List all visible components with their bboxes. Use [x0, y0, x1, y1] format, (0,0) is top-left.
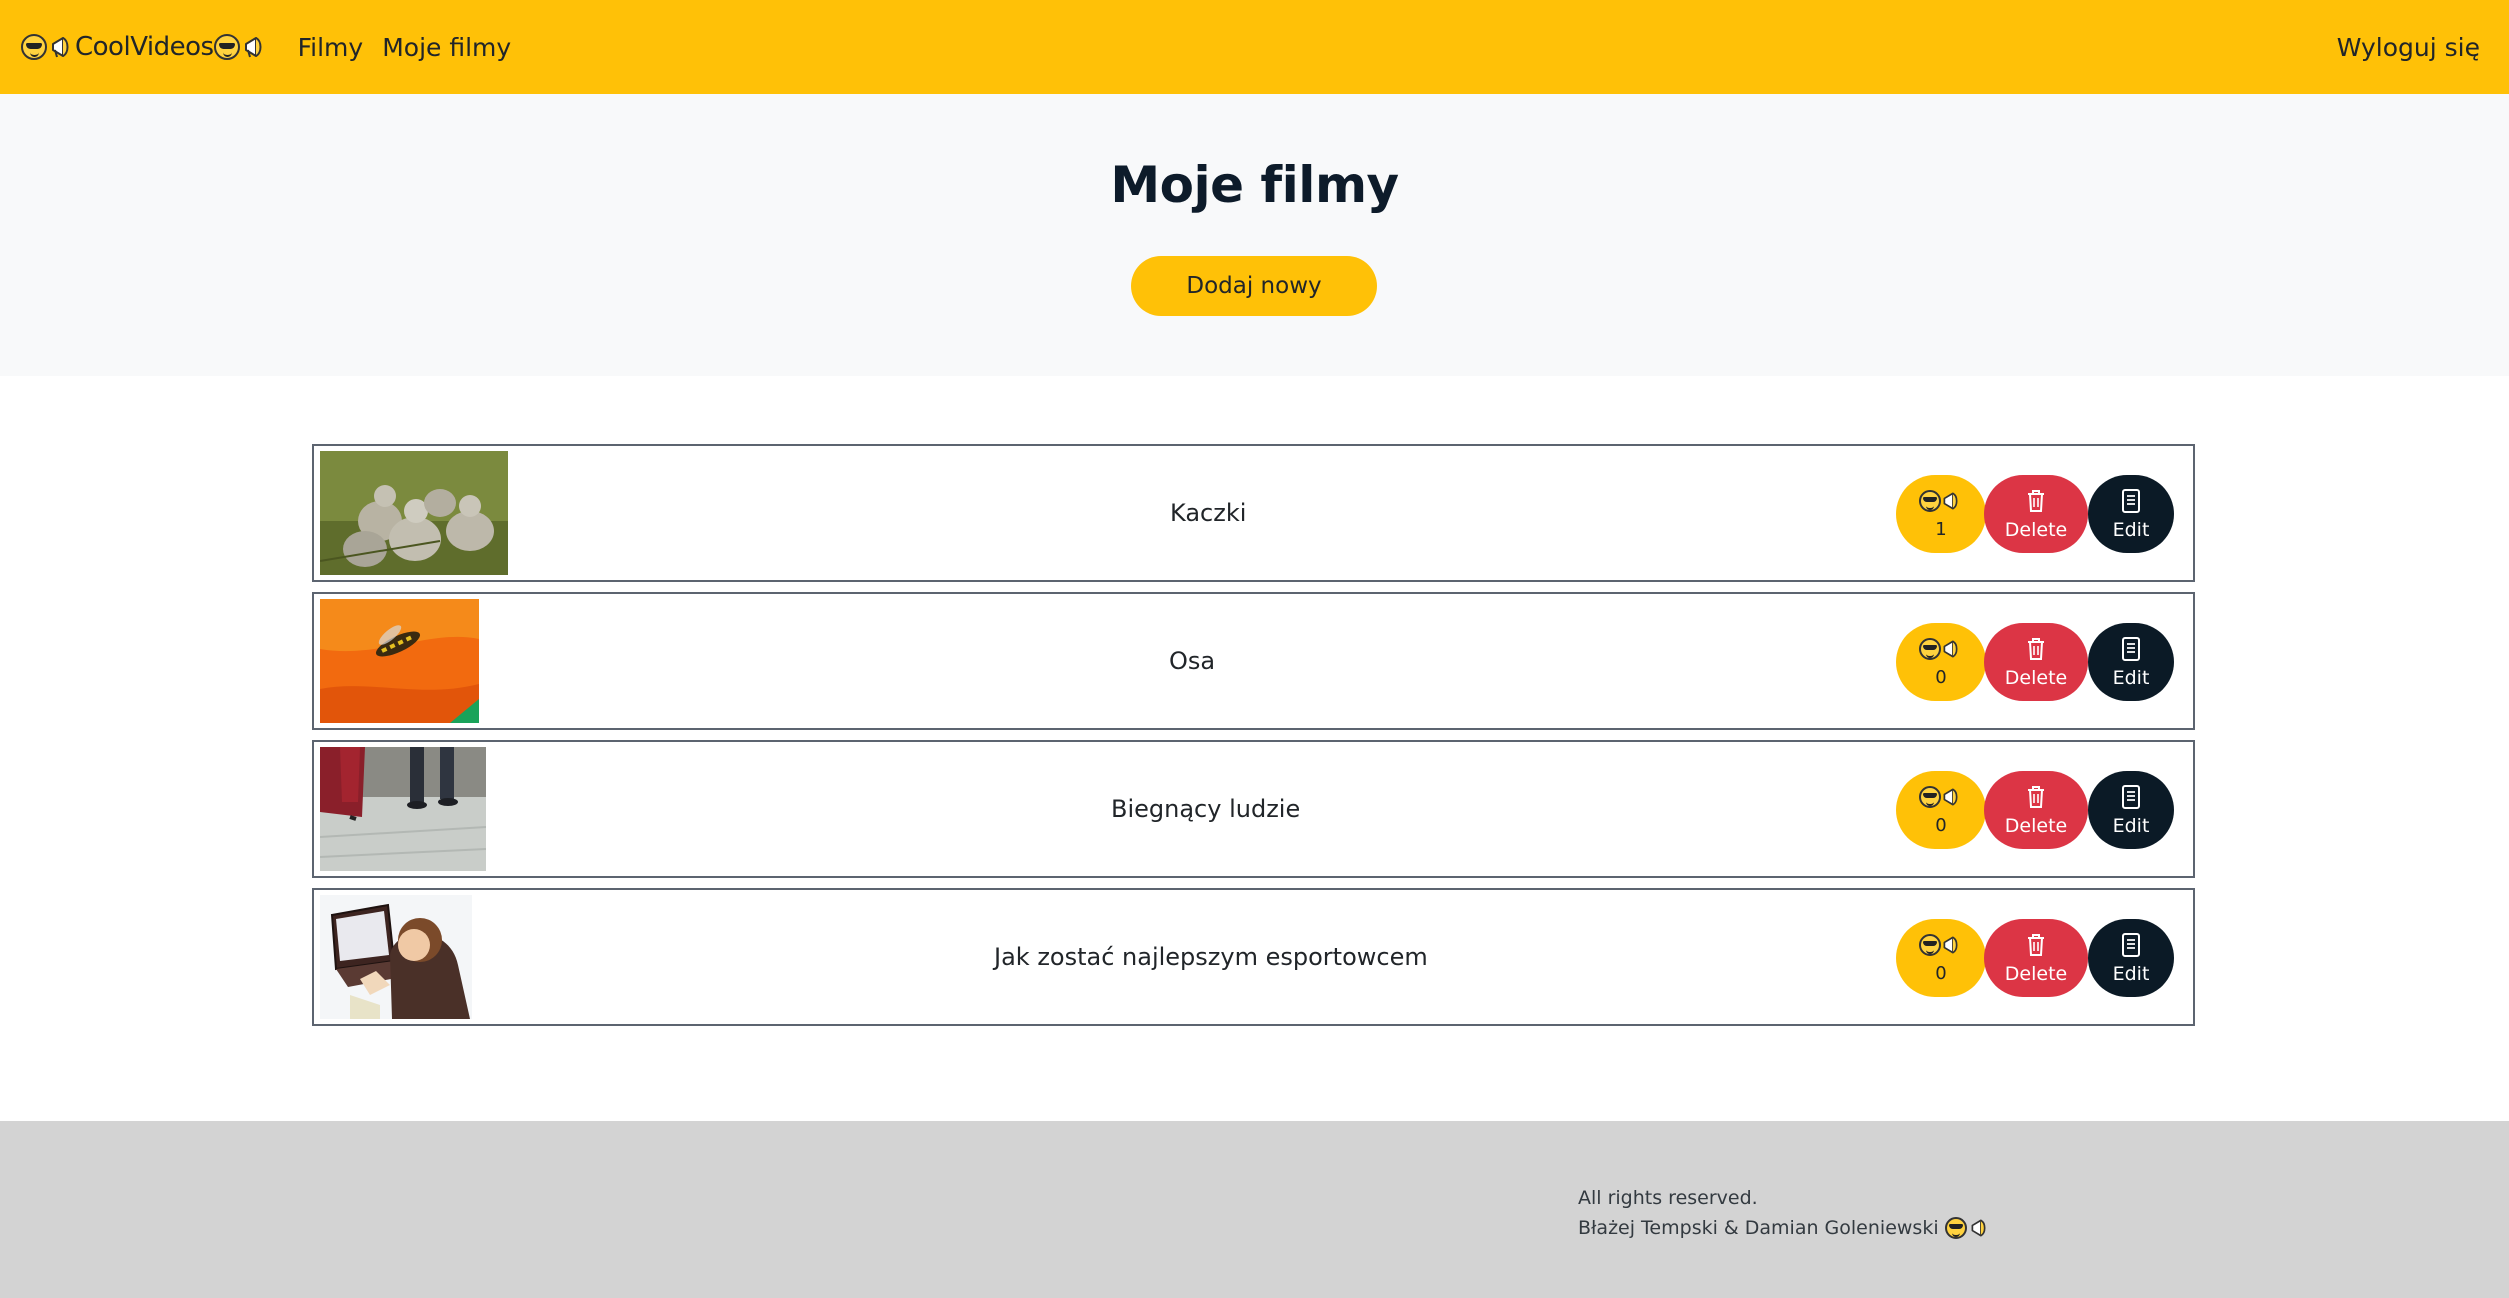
delete-label: Delete: [2004, 815, 2068, 837]
add-new-button[interactable]: Dodaj nowy: [1131, 256, 1377, 316]
cool-face-icon: [213, 34, 240, 60]
trash-icon: [2025, 932, 2047, 958]
trash-icon: [2025, 784, 2047, 810]
footer-authors: Błażej Tempski & Damian Goleniewski: [1578, 1213, 1991, 1243]
edit-button[interactable]: Edit: [2088, 919, 2174, 997]
delete-button[interactable]: Delete: [1984, 475, 2088, 553]
cool-face-icon: [21, 34, 47, 60]
video-row: Jak zostać najlepszym esportowcem 0 Dele…: [312, 888, 2195, 1026]
navbar: CoolVideos Filmy Moje filmy Wyloguj się: [0, 0, 2509, 94]
video-actions: 0 Delete Edit: [1896, 623, 2174, 701]
video-title-text: Kaczki: [1170, 499, 1247, 527]
like-count: 0: [1935, 963, 1947, 984]
brand-name: CoolVideos: [75, 32, 214, 62]
brand-link[interactable]: CoolVideos: [21, 32, 268, 62]
document-icon: [2121, 636, 2141, 662]
video-list: Kaczki 1 Delete Edit Osa 0 Delete Edit B…: [312, 444, 2195, 1036]
like-count: 0: [1935, 667, 1947, 688]
trash-icon: [2025, 636, 2047, 662]
nav-links: Filmy Moje filmy: [298, 33, 531, 62]
footer-authors-text: Błażej Tempski & Damian Goleniewski: [1578, 1217, 1939, 1239]
page-title: Moje filmy: [1110, 156, 1399, 214]
like-count: 0: [1935, 815, 1947, 836]
like-count: 1: [1935, 519, 1947, 540]
like-button[interactable]: 0: [1896, 771, 1986, 849]
footer-rights: All rights reserved.: [1578, 1187, 1758, 1209]
video-row: Osa 0 Delete Edit: [312, 592, 2195, 730]
like-icons: [1919, 636, 1963, 662]
edit-label: Edit: [2112, 519, 2150, 541]
edit-button[interactable]: Edit: [2088, 771, 2174, 849]
delete-button[interactable]: Delete: [1984, 771, 2088, 849]
megaphone-icon: [52, 37, 69, 58]
video-title-text: Biegnący ludzie: [1111, 795, 1301, 823]
like-icons: [1919, 488, 1963, 514]
edit-label: Edit: [2112, 963, 2150, 985]
edit-button[interactable]: Edit: [2088, 623, 2174, 701]
footer-text: All rights reserved. Błażej Tempski & Da…: [1578, 1183, 1991, 1243]
cool-face-icon: [1944, 1217, 1967, 1239]
footer: All rights reserved. Błażej Tempski & Da…: [0, 1121, 2509, 1298]
megaphone-icon: [244, 37, 262, 58]
delete-label: Delete: [2004, 667, 2068, 689]
delete-button[interactable]: Delete: [1984, 919, 2088, 997]
like-button[interactable]: 0: [1896, 919, 1986, 997]
megaphone-icon: [1943, 936, 1958, 954]
like-button[interactable]: 0: [1896, 623, 1986, 701]
edit-label: Edit: [2112, 815, 2150, 837]
video-actions: 0 Delete Edit: [1896, 919, 2174, 997]
delete-label: Delete: [2004, 519, 2068, 541]
megaphone-icon: [1943, 788, 1958, 806]
video-row: Biegnący ludzie 0 Delete Edit: [312, 740, 2195, 878]
like-icons: [1919, 784, 1963, 810]
like-button[interactable]: 1: [1896, 475, 1986, 553]
brand-emoji-left: [21, 34, 75, 60]
video-title-text: Jak zostać najlepszym esportowcem: [994, 943, 1428, 971]
delete-label: Delete: [2004, 963, 2068, 985]
like-icons: [1919, 932, 1963, 958]
cool-face-icon: [1919, 638, 1941, 660]
nav-link-filmy[interactable]: Filmy: [298, 33, 364, 62]
logout-link[interactable]: Wyloguj się: [2337, 33, 2480, 62]
document-icon: [2121, 932, 2141, 958]
video-actions: 1 Delete Edit: [1896, 475, 2174, 553]
document-icon: [2121, 488, 2141, 514]
trash-icon: [2025, 488, 2047, 514]
cool-face-icon: [1919, 934, 1941, 956]
cool-face-icon: [1919, 786, 1941, 808]
video-actions: 0 Delete Edit: [1896, 771, 2174, 849]
cool-face-icon: [1919, 490, 1941, 512]
megaphone-icon: [1943, 492, 1958, 510]
video-title-text: Osa: [1169, 647, 1216, 675]
page-header: Moje filmy Dodaj nowy: [0, 94, 2509, 376]
megaphone-icon: [1971, 1219, 1986, 1237]
nav-link-moje-filmy[interactable]: Moje filmy: [382, 33, 511, 62]
brand-emoji-right: [213, 34, 268, 60]
delete-button[interactable]: Delete: [1984, 623, 2088, 701]
edit-label: Edit: [2112, 667, 2150, 689]
video-row: Kaczki 1 Delete Edit: [312, 444, 2195, 582]
edit-button[interactable]: Edit: [2088, 475, 2174, 553]
document-icon: [2121, 784, 2141, 810]
megaphone-icon: [1943, 640, 1958, 658]
